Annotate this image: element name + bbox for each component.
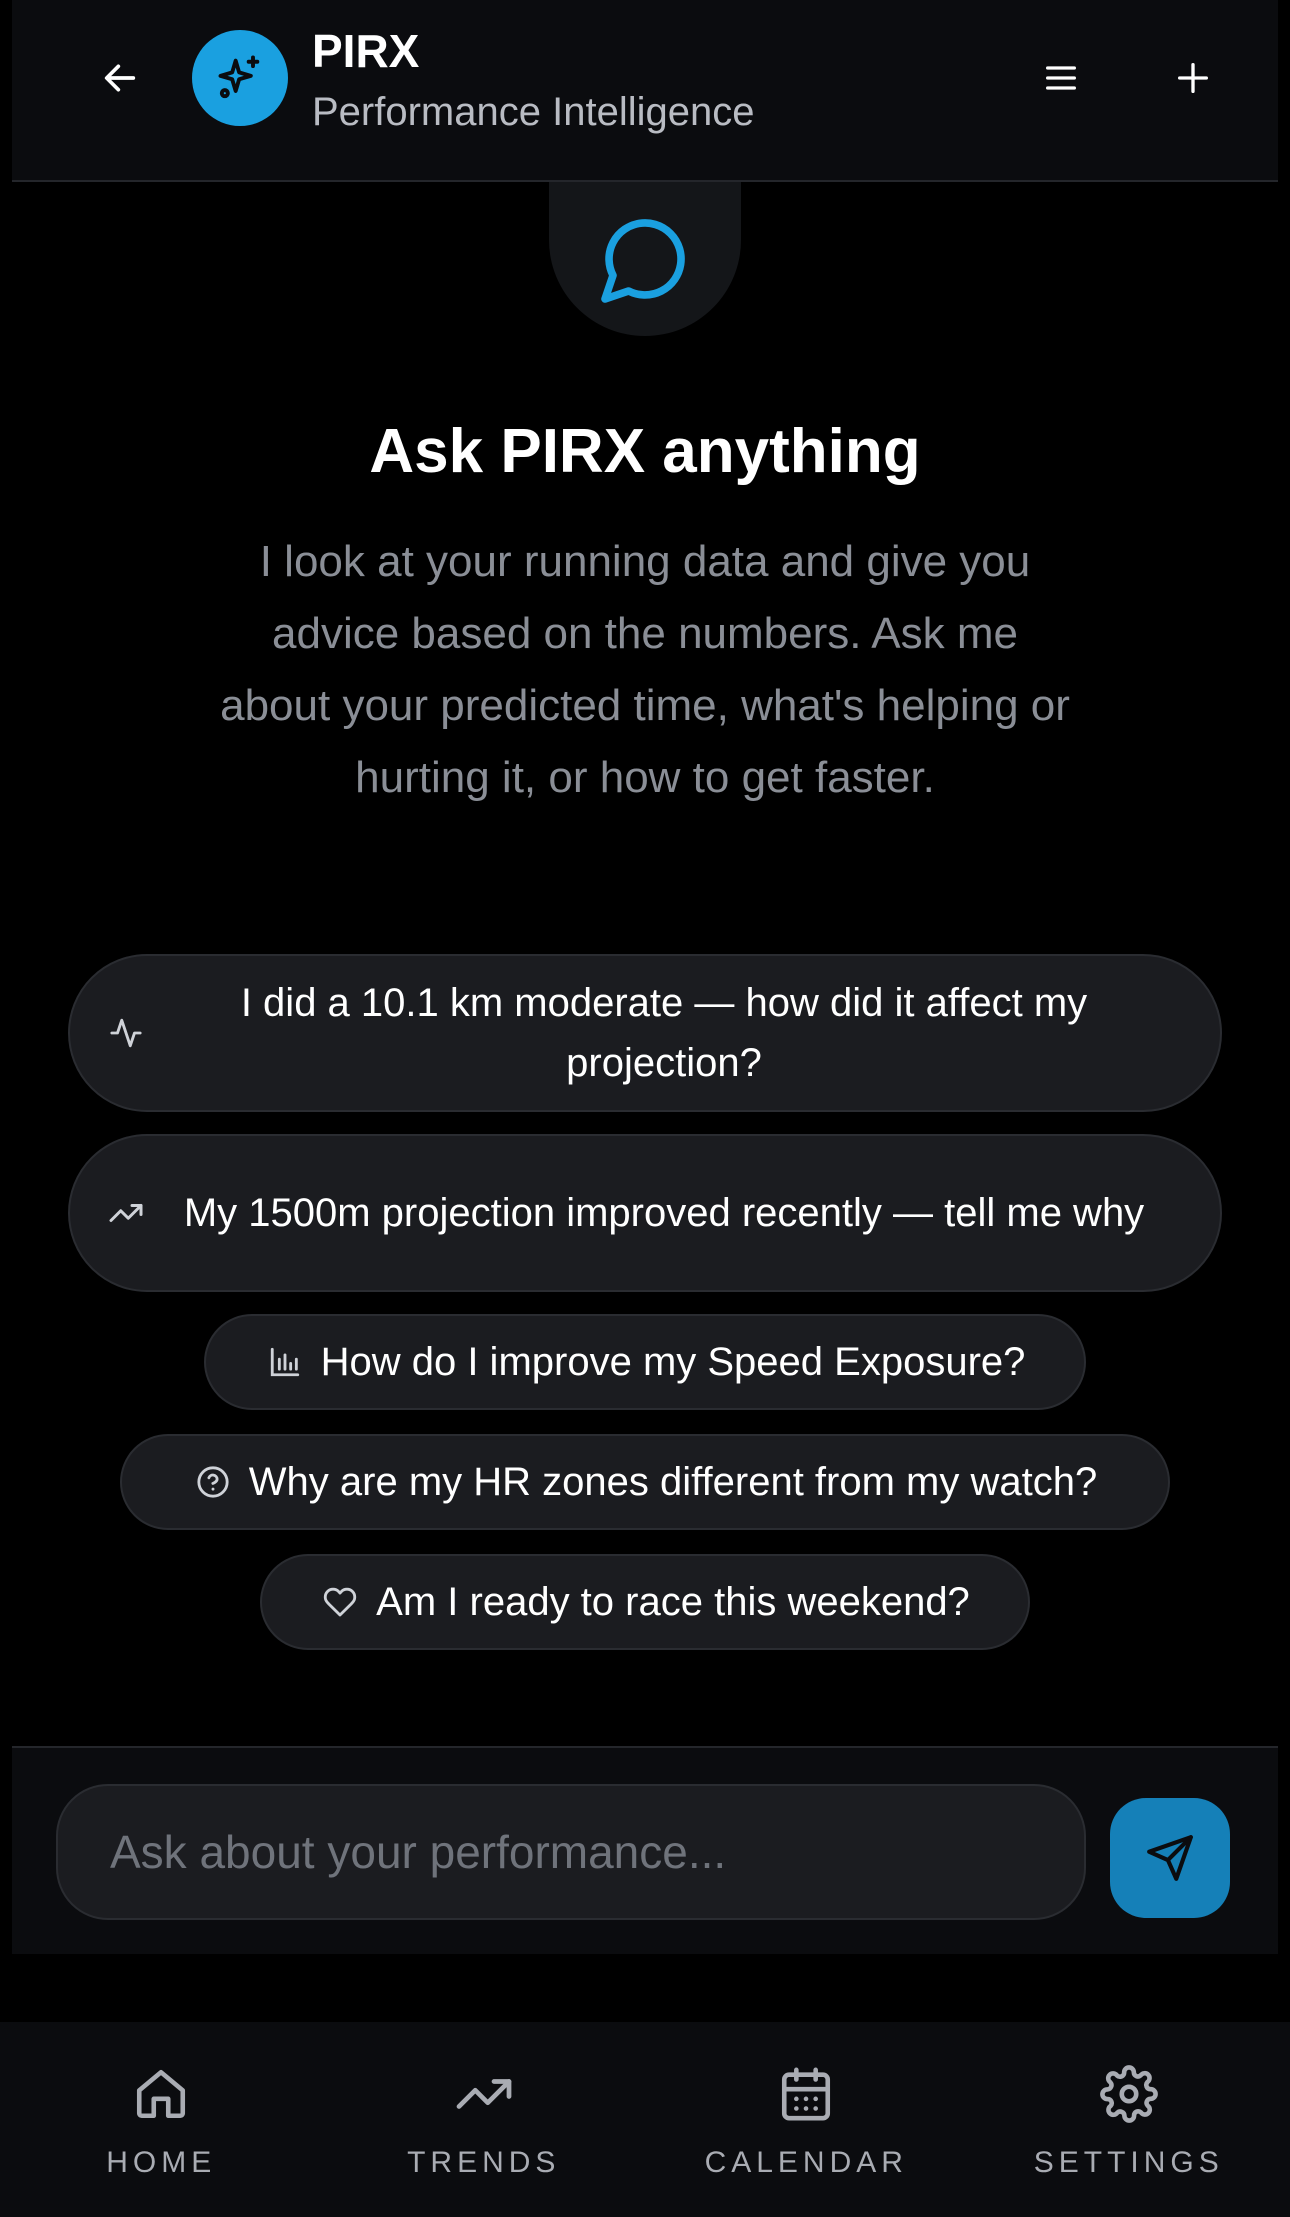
menu-button[interactable]	[1024, 46, 1098, 110]
nav-label: TRENDS	[407, 2146, 561, 2179]
gear-icon	[1099, 2064, 1159, 2124]
suggestion-text: My 1500m projection improved recently — …	[183, 1191, 1145, 1235]
suggestion-chip[interactable]: Why are my HR zones different from my wa…	[120, 1434, 1170, 1530]
suggestion-text: How do I improve my Speed Exposure?	[320, 1339, 1026, 1384]
nav-settings[interactable]: SETTINGS	[968, 2022, 1290, 2217]
nav-trends[interactable]: TRENDS	[323, 2022, 646, 2217]
message-input[interactable]	[56, 1784, 1086, 1920]
heart-icon	[320, 1582, 360, 1622]
send-icon	[1147, 1835, 1193, 1881]
send-button[interactable]	[1110, 1798, 1230, 1918]
activity-icon	[106, 1013, 146, 1053]
app-title: PIRX	[312, 25, 420, 77]
trending-up-icon	[454, 2064, 514, 2124]
nav-calendar[interactable]: CALENDAR	[645, 2022, 968, 2217]
suggestion-chip[interactable]: My 1500m projection improved recently — …	[68, 1134, 1222, 1292]
chat-bubble-badge	[549, 182, 741, 336]
bar-chart-icon	[265, 1342, 305, 1382]
home-icon	[131, 2064, 191, 2124]
sparkles-icon	[218, 55, 260, 99]
app-subtitle: Performance Intelligence	[312, 90, 755, 134]
menu-icon	[1046, 66, 1076, 90]
nav-home[interactable]: HOME	[0, 2022, 323, 2217]
suggestion-text: I did a 10.1 km moderate — how did it af…	[240, 981, 1088, 1085]
suggestion-text: Am I ready to race this weekend?	[376, 1579, 970, 1624]
pirx-chat-screen: PIRX Performance Intelligence Ask PIRX a…	[0, 0, 1290, 2217]
top-bar: PIRX Performance Intelligence	[12, 0, 1278, 182]
app-logo	[192, 30, 288, 126]
message-composer	[12, 1746, 1278, 1954]
chat-bubble-icon	[601, 219, 685, 303]
help-circle-icon	[193, 1462, 233, 1502]
nav-label: CALENDAR	[704, 2146, 908, 2179]
hero-title: Ask PIRX anything	[369, 417, 921, 486]
nav-label: HOME	[106, 2146, 217, 2179]
suggestion-chip[interactable]: I did a 10.1 km moderate — how did it af…	[68, 954, 1222, 1112]
new-chat-button[interactable]	[1156, 46, 1230, 110]
nav-label: SETTINGS	[1033, 2146, 1224, 2179]
plus-icon	[1178, 63, 1208, 94]
arrow-left-icon	[104, 64, 136, 92]
suggestion-text: Why are my HR zones different from my wa…	[248, 1459, 1098, 1504]
back-button[interactable]	[84, 46, 156, 110]
bottom-navigation: HOME TRENDS CALENDAR SETTINGS	[0, 2022, 1290, 2217]
suggestion-chip[interactable]: Am I ready to race this weekend?	[260, 1554, 1030, 1650]
hero-description: I look at your running data and give you…	[220, 537, 1070, 802]
calendar-icon	[776, 2064, 836, 2124]
suggestion-chip[interactable]: How do I improve my Speed Exposure?	[204, 1314, 1086, 1410]
trending-up-icon	[106, 1193, 146, 1233]
